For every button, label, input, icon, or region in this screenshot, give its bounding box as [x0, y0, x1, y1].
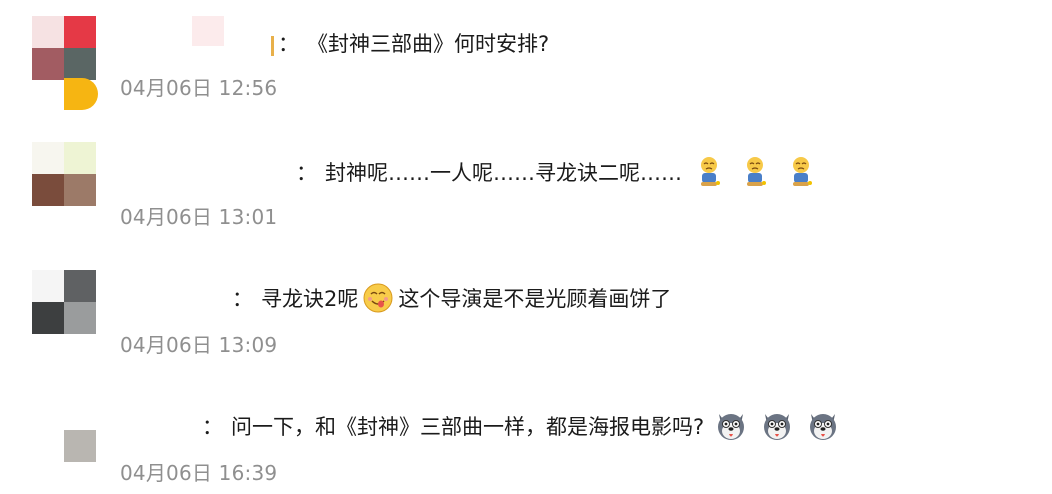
kneeling-sad-emoji [693, 156, 725, 188]
badge-icon [64, 78, 98, 110]
comment-prefix: ： [296, 161, 317, 185]
comment-text: ： 寻龙诀2呢 这个导演是不是光顾着画饼了 [232, 283, 671, 313]
avatar[interactable] [32, 142, 96, 206]
comment-text: ： 封神呢……一人呢……寻龙诀二呢…… [296, 157, 824, 187]
husky-dog-emoji [807, 410, 839, 442]
husky-dog-emoji [761, 410, 793, 442]
kneeling-sad-emoji [785, 156, 817, 188]
kneeling-sad-emoji [739, 156, 771, 188]
username-cursor [271, 36, 274, 56]
comment-body-continued: 这个导演是不是光顾着画饼了 [398, 287, 672, 311]
timestamp: 04月06日 13:09 [120, 333, 278, 357]
avatar[interactable] [32, 270, 96, 334]
comment-text: ： 问一下，和《封神》三部曲一样，都是海报电影吗? [202, 411, 846, 441]
comment-prefix: ： [278, 32, 299, 56]
comment-prefix: ： [232, 287, 253, 311]
timestamp: 04月06日 12:56 [120, 76, 278, 100]
comment-text: ： 《封神三部曲》何时安排? [278, 28, 549, 58]
comment-prefix: ： [202, 415, 223, 439]
comment-body: 寻龙诀2呢 [261, 287, 359, 311]
avatar[interactable] [32, 16, 96, 80]
comment-body: 封神呢……一人呢……寻龙诀二呢…… [325, 161, 682, 185]
timestamp: 04月06日 13:01 [120, 205, 278, 229]
timestamp: 04月06日 16:39 [120, 461, 278, 485]
comment-body: 问一下，和《封神》三部曲一样，都是海报电影吗? [231, 415, 705, 439]
avatar[interactable] [32, 398, 96, 462]
redacted-username [192, 16, 224, 46]
comment-body: 《封神三部曲》何时安排? [307, 32, 550, 56]
yummy-face-emoji [362, 282, 394, 314]
husky-dog-emoji [715, 410, 747, 442]
